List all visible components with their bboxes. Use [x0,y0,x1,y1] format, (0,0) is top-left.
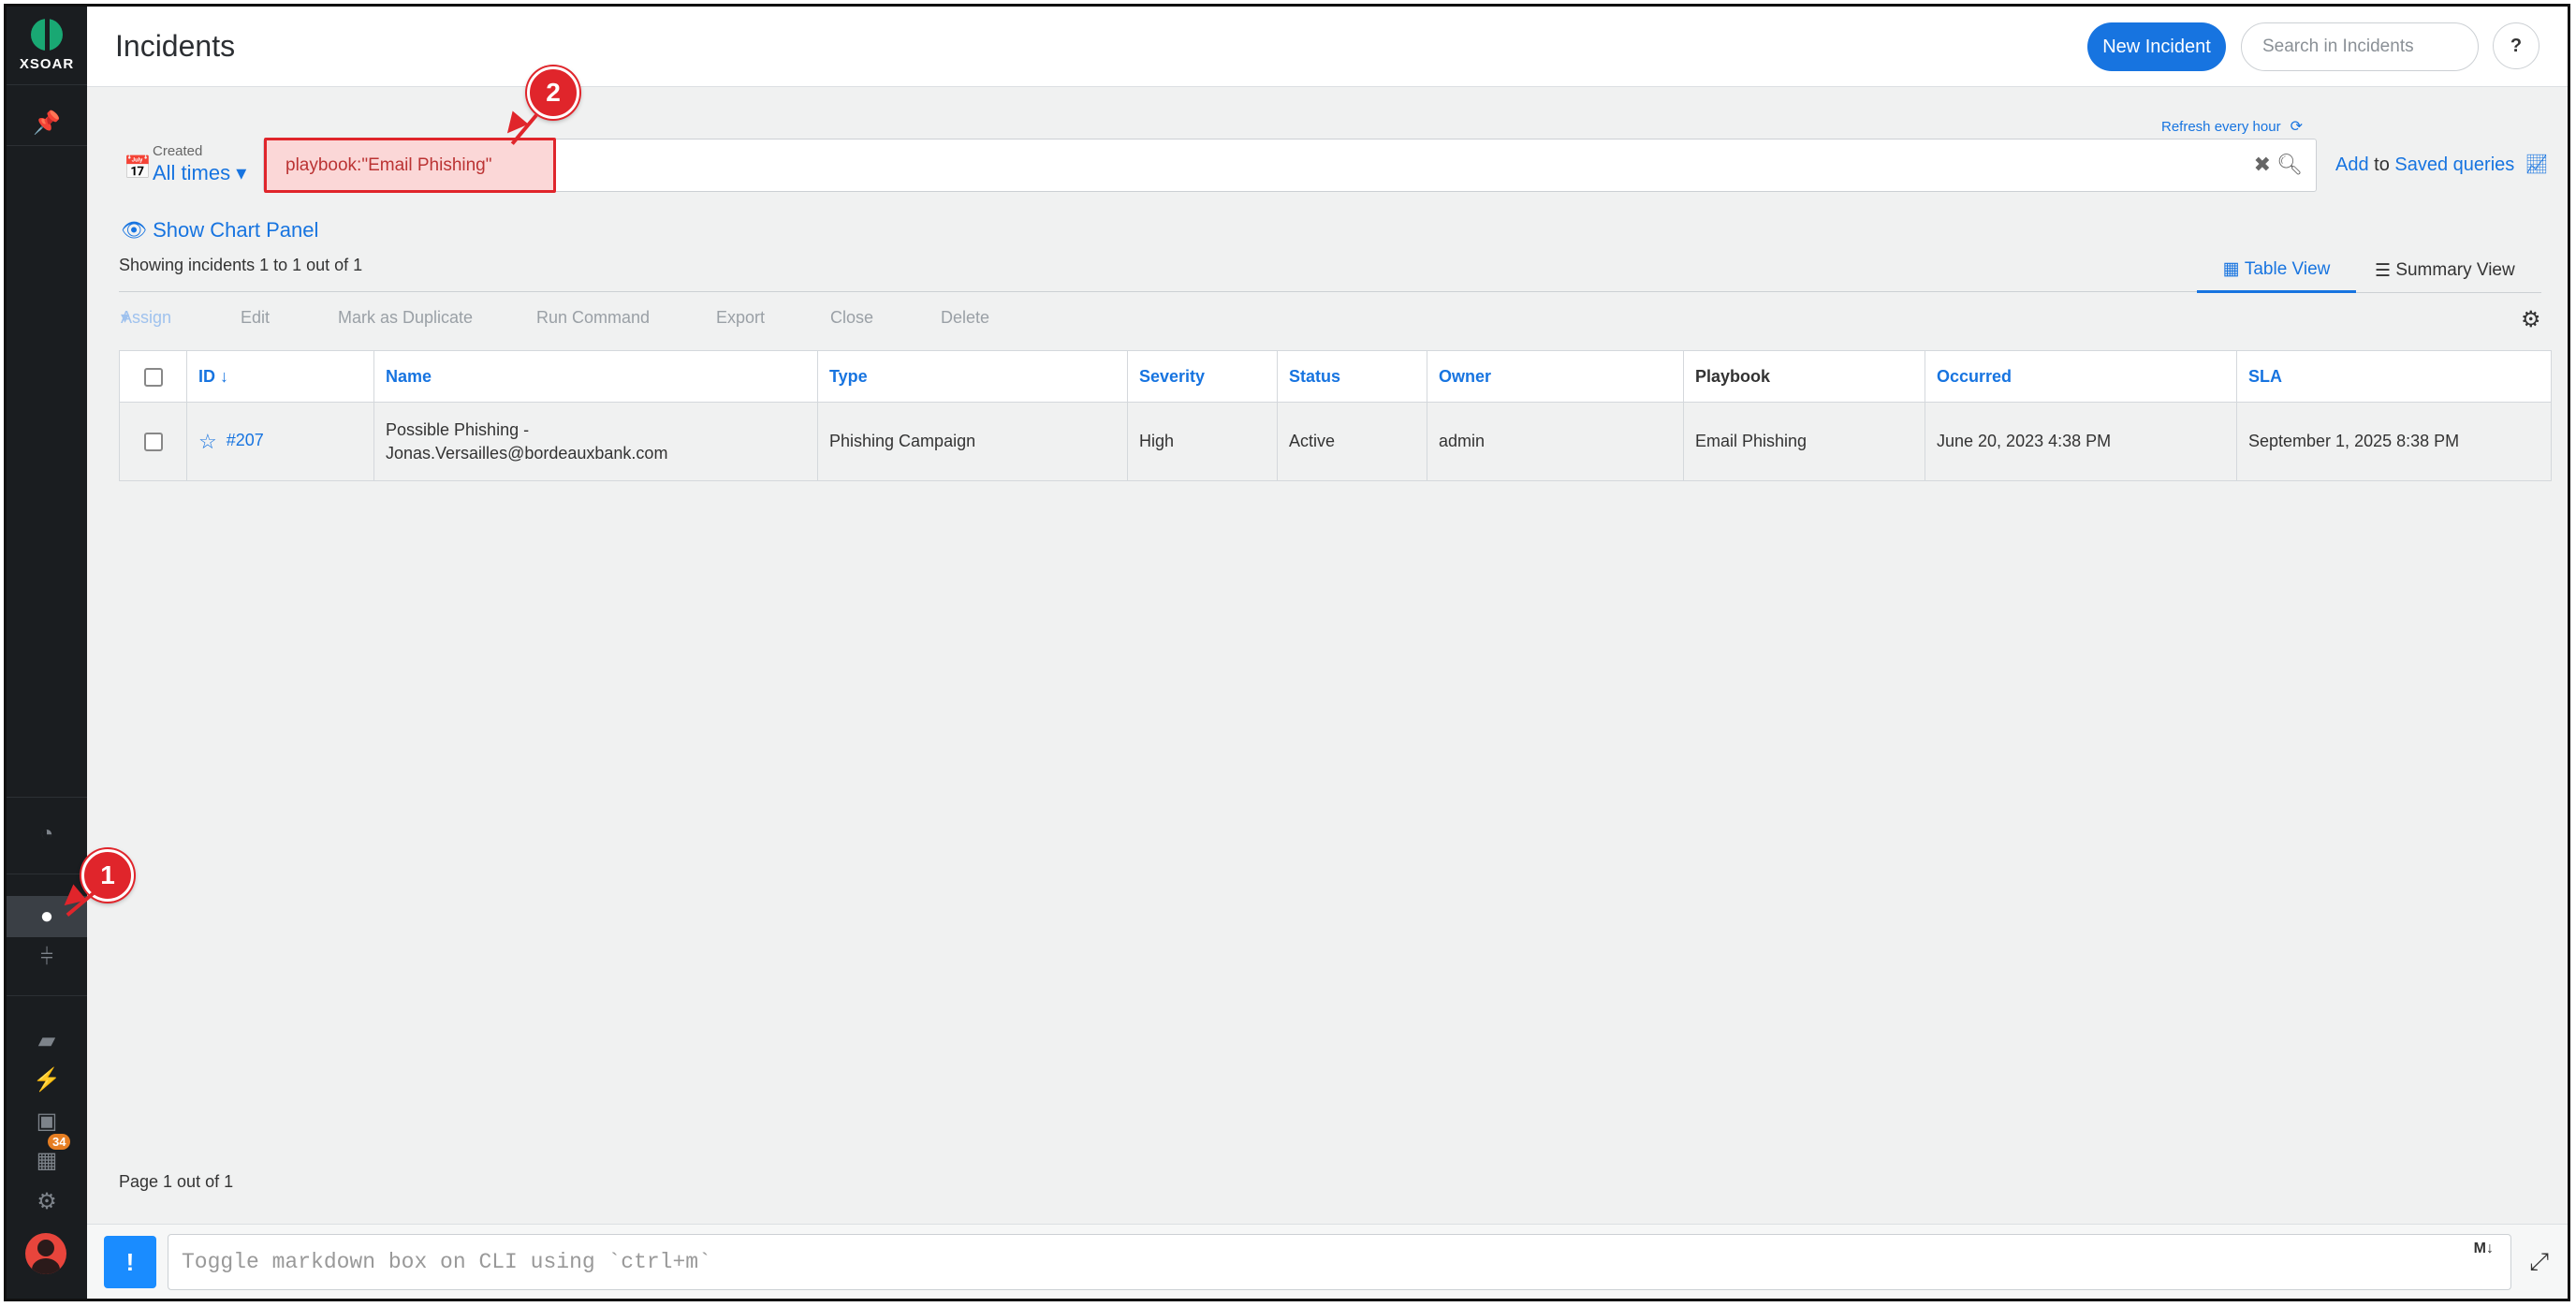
showing-count: Showing incidents 1 to 1 out of 1 [119,256,363,274]
run-command-button[interactable]: Run Command [536,308,650,328]
marketplace-icon[interactable]: ▣ [7,1100,87,1141]
column-header-name[interactable]: Name [373,350,818,403]
incident-id-link[interactable]: #207 [227,431,264,449]
clear-icon[interactable]: ✖ [2254,153,2271,177]
tab-summary-view[interactable]: ☰ Summary View [2375,248,2515,293]
automation-icon[interactable]: ⚡ [7,1059,87,1100]
divider [119,291,2197,292]
page-title: Incidents [115,29,236,63]
sidebar-divider [7,797,87,798]
markdown-icon[interactable]: M↓ [2474,1241,2494,1257]
chart-line-icon[interactable]: 📈︎ [2520,154,2548,175]
settings-icon[interactable]: ⚙ [7,1181,87,1222]
close-button[interactable]: Close [830,308,873,328]
callout-badge-2: 2 [527,66,579,119]
column-header-type[interactable]: Type [817,350,1128,403]
mark-duplicate-button[interactable]: Mark as Duplicate [338,308,473,328]
add-link[interactable]: Add [2335,154,2369,175]
playbooks-icon[interactable]: ▰ [7,1020,87,1061]
column-header-owner[interactable]: Owner [1427,350,1684,403]
view-tabs: ▦ Table View ☰ Summary View [2197,248,2541,293]
add-to-saved-queries: Add to Saved queries 📈︎ [2335,153,2549,176]
pagination-text: Page 1 out of 1 [119,1172,234,1191]
dashboard-icon[interactable]: ◔ [7,814,87,855]
edit-button[interactable]: Edit [241,308,270,328]
refresh-icon[interactable]: ⟳ [2291,119,2303,135]
tab-table-view[interactable]: ▦ Table View [2197,248,2356,293]
sidebar: XSOAR 📌 ◔ ● ⫩ ▰ ⚡ ▣ ▦ 34 ⚙ [7,7,87,1299]
eye-icon: 👁 [121,218,147,242]
page-header: Incidents New Incident Search in Inciden… [87,7,2568,87]
sla-cell: September 1, 2025 8:38 PM [2236,402,2552,481]
expand-icon[interactable]: ⤢ [2529,1247,2549,1277]
column-header-severity[interactable]: Severity [1127,350,1278,403]
query-input[interactable]: playbook:"Email Phishing" ✖ 🔍︎ [263,138,2317,193]
column-header-status[interactable]: Status [1277,350,1427,403]
search-icon[interactable]: 🔍︎ [2276,153,2303,177]
show-chart-panel-button[interactable]: 👁 Show Chart Panel [121,218,318,242]
callout-arrowhead-2 [499,110,529,140]
logo-text: XSOAR [19,56,75,72]
sidebar-divider [7,995,87,996]
row-checkbox-cell[interactable] [119,402,187,481]
row-checkbox[interactable] [143,433,163,452]
pin-icon[interactable]: 📌 [7,102,87,143]
app-window: XSOAR 📌 ◔ ● ⫩ ▰ ⚡ ▣ ▦ 34 ⚙ Incidents New … [4,4,2570,1301]
incident-name-line1: Possible Phishing - [386,419,530,439]
show-chart-panel-label: Show Chart Panel [153,218,319,242]
select-all-checkbox-cell[interactable] [119,350,187,403]
table-icon: ▦ [2222,259,2245,279]
cli-exclamation-button[interactable]: ! [104,1236,156,1288]
incident-search-input[interactable]: Search in Incidents [2241,22,2479,71]
incident-name-line2: Jonas.Versailles@bordeauxbank.com [386,443,668,463]
caret-down-icon: ▾ [236,161,247,184]
jobs-icon[interactable]: ⫩ [7,937,87,978]
occurred-cell: June 20, 2023 4:38 PM [1925,402,2237,481]
column-header-id[interactable]: ID ↓ [186,350,374,403]
name-cell[interactable]: Possible Phishing - Jonas.Versailles@bord… [373,402,818,481]
column-header-occurred[interactable]: Occurred [1925,350,2237,403]
refresh-label: Refresh every hour [2161,119,2281,135]
xsoar-logo[interactable]: XSOAR [7,7,87,85]
created-value[interactable]: All times ▾ [153,161,246,185]
cli-bar: ! Toggle markdown box on CLI using `ctrl… [87,1224,2568,1299]
help-button[interactable]: ? [2493,22,2539,69]
new-incident-button[interactable]: New Incident [2087,22,2226,71]
id-cell: ☆ #207 [186,402,374,481]
cli-placeholder: Toggle markdown box on CLI using `ctrl+m… [182,1250,711,1274]
list-icon: ☰ [2375,260,2396,281]
created-label: Created [153,143,203,159]
column-header-playbook: Playbook [1683,350,1925,403]
table-header-row: ID ↓ Name Type Severity Status Owner Pla… [119,350,2552,403]
user-avatar[interactable] [25,1233,66,1274]
type-cell: Phishing Campaign [817,402,1128,481]
table-settings-gear-icon[interactable]: ⚙ [2521,306,2541,333]
select-all-checkbox[interactable] [143,367,163,387]
assign-button[interactable]: Assign ▾ [121,308,171,328]
cli-input[interactable]: Toggle markdown box on CLI using `ctrl+m… [168,1234,2511,1290]
calendar-icon: 📅 [124,155,152,181]
status-cell: Active [1277,402,1427,481]
notification-badge: 34 [48,1134,71,1150]
saved-queries-link[interactable]: Saved queries [2394,154,2514,175]
star-icon[interactable]: ☆ [198,430,217,453]
delete-button[interactable]: Delete [941,308,989,328]
logo-icon [31,17,63,52]
sidebar-divider [7,145,87,146]
column-header-sla[interactable]: SLA [2236,350,2552,403]
threat-intel-icon[interactable]: ▦ 34 [7,1134,87,1181]
table-row[interactable]: ☆ #207 Possible Phishing - Jonas.Versaille… [119,402,2552,481]
refresh-selector[interactable]: Refresh every hour ⟳ [2161,117,2303,136]
export-button[interactable]: Export [716,308,765,328]
query-text[interactable]: playbook:"Email Phishing" [264,138,556,193]
to-label: to [2374,154,2390,175]
severity-cell: High [1127,402,1278,481]
owner-cell: admin [1427,402,1684,481]
playbook-cell: Email Phishing [1683,402,1925,481]
incidents-table: ID ↓ Name Type Severity Status Owner Pla… [119,350,2552,481]
